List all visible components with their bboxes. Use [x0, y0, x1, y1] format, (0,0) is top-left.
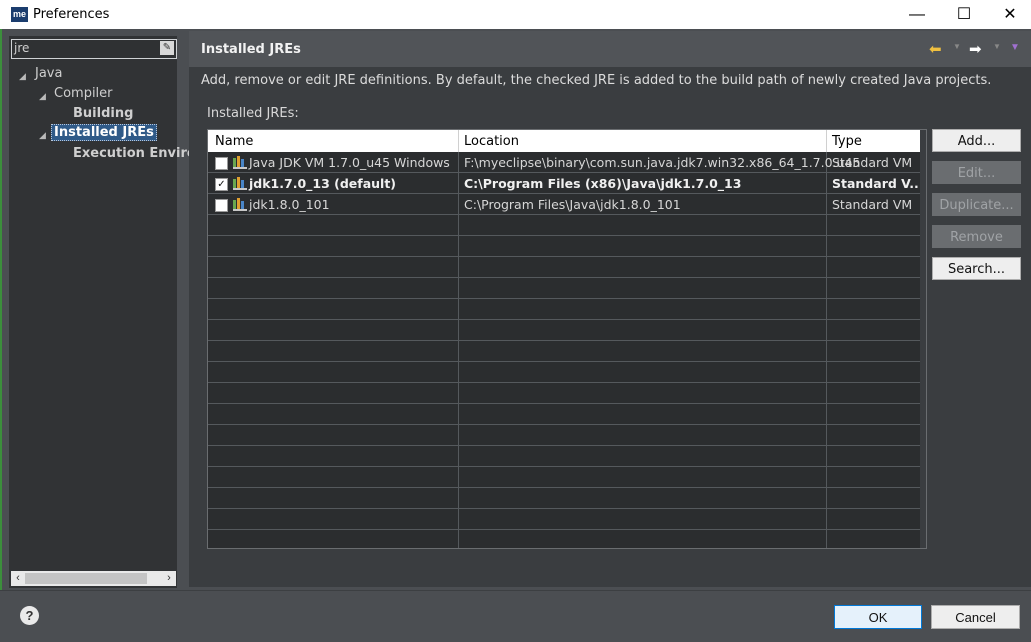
jre-type: Standard V... — [832, 176, 924, 191]
table-row[interactable]: Java JDK VM 1.7.0_u45 Windows F:\myeclip… — [208, 152, 920, 173]
app-icon: me — [11, 7, 28, 22]
window-edge — [0, 29, 2, 641]
column-header-location[interactable]: Location — [464, 134, 519, 149]
empty-table-row — [208, 383, 920, 404]
scroll-right-icon[interactable]: › — [162, 571, 176, 586]
jre-library-icon — [233, 177, 247, 190]
empty-table-row — [208, 530, 920, 548]
duplicate-jre-button[interactable]: Duplicate... — [932, 193, 1021, 216]
column-header-name[interactable]: Name — [215, 134, 253, 149]
page-title: Installed JREs — [201, 42, 301, 57]
cancel-button[interactable]: Cancel — [931, 605, 1020, 629]
view-menu-icon[interactable]: ▼ — [1010, 42, 1020, 53]
forward-menu-icon[interactable]: ▼ — [993, 42, 1001, 51]
collapse-icon[interactable]: ◢ — [19, 71, 26, 82]
scrollbar-thumb[interactable] — [25, 573, 147, 584]
column-header-type[interactable]: Type — [832, 134, 862, 149]
filter-text: jre — [14, 41, 30, 55]
tree-item-installed-jres[interactable]: Installed JREs — [51, 124, 157, 141]
ok-button[interactable]: OK — [834, 605, 922, 629]
table-header: Name Location Type — [208, 130, 920, 152]
empty-table-row — [208, 320, 920, 341]
tree-item-java[interactable]: Java — [35, 66, 62, 81]
column-divider[interactable] — [458, 130, 459, 152]
help-icon[interactable]: ? — [20, 606, 39, 625]
collapse-icon[interactable]: ◢ — [39, 91, 46, 102]
empty-table-row — [208, 299, 920, 320]
minimize-button[interactable]: — — [894, 0, 940, 29]
add-jre-button[interactable]: Add... — [932, 129, 1021, 152]
tree-item-compiler[interactable]: Compiler — [54, 86, 113, 101]
empty-table-row — [208, 446, 920, 467]
page-header: Installed JREs ⬅ ▼ ➡ ▼ ▼ — [189, 31, 1031, 67]
jre-checkbox[interactable] — [215, 157, 228, 170]
jre-location: C:\Program Files\Java\jdk1.8.0_101 — [464, 197, 681, 212]
jre-library-icon — [233, 198, 247, 211]
empty-table-row — [208, 488, 920, 509]
window-title: Preferences — [33, 7, 110, 22]
back-arrow-icon[interactable]: ⬅ — [929, 40, 942, 58]
empty-table-row — [208, 215, 920, 236]
installed-jres-label: Installed JREs: — [207, 106, 299, 121]
close-button[interactable]: ✕ — [987, 0, 1031, 29]
back-menu-icon[interactable]: ▼ — [953, 42, 961, 51]
jre-name: jdk1.8.0_101 — [249, 197, 330, 212]
page-description: Add, remove or edit JRE definitions. By … — [201, 73, 992, 88]
title-bar: me Preferences — ☐ ✕ — [0, 0, 1031, 29]
table-vertical-scrollbar[interactable] — [920, 130, 926, 548]
jre-name: Java JDK VM 1.7.0_u45 Windows — [249, 155, 450, 170]
column-divider[interactable] — [826, 130, 827, 152]
jre-location: C:\Program Files (x86)\Java\jdk1.7.0_13 — [464, 176, 742, 191]
jre-location: F:\myeclipse\binary\com.sun.java.jdk7.wi… — [464, 155, 861, 170]
tree-item-execution-environments[interactable]: Execution Enviro — [73, 146, 196, 161]
jre-checkbox-checked[interactable]: ✓ — [215, 178, 228, 191]
jre-table: Name Location Type Java JDK VM 1.7.0_u45… — [207, 129, 927, 549]
collapse-icon[interactable]: ◢ — [39, 130, 46, 141]
empty-table-row — [208, 257, 920, 278]
empty-table-row — [208, 467, 920, 488]
jre-library-icon — [233, 156, 247, 169]
table-row[interactable]: ✓ jdk1.7.0_13 (default) C:\Program Files… — [208, 173, 924, 194]
empty-table-row — [208, 425, 920, 446]
scroll-left-icon[interactable]: ‹ — [11, 571, 25, 586]
jre-type: Standard VM — [832, 155, 913, 170]
search-jre-button[interactable]: Search... — [932, 257, 1021, 280]
edit-jre-button[interactable]: Edit... — [932, 161, 1021, 184]
empty-table-row — [208, 236, 920, 257]
empty-table-row — [208, 362, 920, 383]
empty-table-row — [208, 278, 920, 299]
filter-input[interactable]: jre ✎ — [11, 39, 177, 59]
jre-type: Standard VM — [832, 197, 913, 212]
forward-arrow-icon[interactable]: ➡ — [969, 40, 982, 58]
table-row[interactable]: jdk1.8.0_101 C:\Program Files\Java\jdk1.… — [208, 194, 920, 215]
remove-jre-button[interactable]: Remove — [932, 225, 1021, 248]
maximize-button[interactable]: ☐ — [941, 0, 987, 29]
jre-name: jdk1.7.0_13 (default) — [249, 176, 397, 191]
tree-item-building[interactable]: Building — [73, 106, 133, 121]
empty-table-row — [208, 509, 920, 530]
empty-table-row — [208, 404, 920, 425]
eraser-icon[interactable]: ✎ — [160, 41, 174, 55]
empty-table-row — [208, 341, 920, 362]
jre-checkbox[interactable] — [215, 199, 228, 212]
sidebar-horizontal-scrollbar[interactable]: ‹ › — [11, 571, 176, 586]
